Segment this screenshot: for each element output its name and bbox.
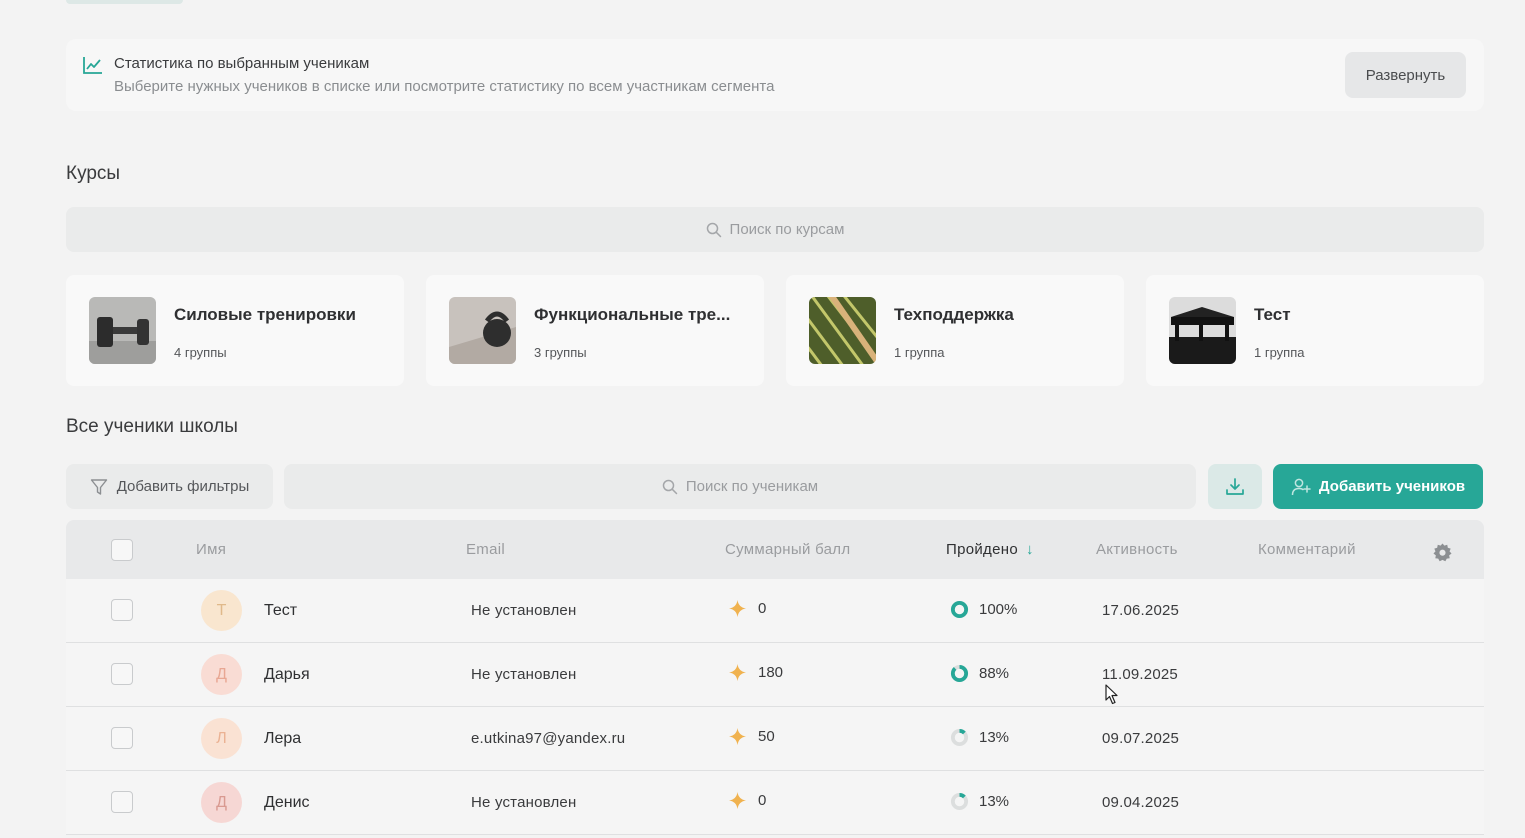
course-card[interactable]: Силовые тренировки 4 группы — [66, 275, 404, 386]
mouse-cursor-icon — [1105, 684, 1118, 705]
avatar: Д — [201, 782, 242, 823]
gear-icon[interactable] — [1433, 543, 1452, 562]
student-progress-value: 100% — [979, 601, 1018, 618]
select-all-checkbox[interactable] — [111, 539, 133, 561]
column-activity[interactable]: Активность — [1096, 541, 1178, 558]
star-icon — [729, 728, 746, 745]
line-chart-icon — [83, 57, 102, 74]
student-progress-value: 13% — [979, 729, 1010, 746]
student-activity-date: 11.09.2025 — [1102, 666, 1178, 683]
course-thumbnail — [449, 297, 516, 364]
table-row[interactable]: Л Лера e.utkina97@yandex.ru 50 13% 09.07… — [66, 707, 1484, 771]
student-name: Лера — [264, 730, 302, 747]
progress-ring-icon — [950, 728, 969, 747]
add-user-icon — [1291, 478, 1311, 495]
course-thumbnail — [1169, 297, 1236, 364]
course-name: Функциональные тре... — [534, 305, 731, 324]
download-button[interactable] — [1208, 464, 1262, 509]
course-thumbnail — [809, 297, 876, 364]
progress-ring-icon — [950, 792, 969, 811]
add-filters-label: Добавить фильтры — [116, 478, 250, 495]
student-progress: 100% — [950, 600, 1017, 619]
star-icon — [729, 664, 746, 681]
student-name: Дарья — [264, 666, 310, 683]
student-activity-date: 09.07.2025 — [1102, 730, 1180, 747]
star-icon — [729, 600, 746, 617]
course-groups-count: 3 группы — [534, 345, 587, 360]
course-groups-count: 4 группы — [174, 345, 227, 360]
student-score-value: 180 — [758, 664, 784, 681]
stats-panel: Статистика по выбранным ученикам Выберит… — [66, 39, 1484, 111]
course-card[interactable]: Функциональные тре... 3 группы — [426, 275, 764, 386]
student-email: Не установлен — [471, 666, 577, 683]
student-score: 0 — [729, 792, 766, 809]
course-search-input[interactable]: Поиск по курсам — [66, 207, 1484, 252]
expand-button[interactable]: Развернуть — [1345, 52, 1466, 98]
table-row[interactable]: Д Денис Не установлен 0 13% 09.04.2025 — [66, 771, 1484, 835]
course-card[interactable]: Техподдержка 1 группа — [786, 275, 1124, 386]
search-icon — [662, 479, 678, 494]
course-name: Тест — [1254, 305, 1291, 324]
column-passed-label: Пройдено — [946, 541, 1018, 558]
top-tab-sliver — [66, 0, 183, 4]
student-score-value: 50 — [758, 728, 775, 745]
student-progress-value: 88% — [979, 665, 1010, 682]
stats-title: Статистика по выбранным ученикам — [114, 55, 370, 72]
courses-heading: Курсы — [66, 163, 121, 184]
student-score: 0 — [729, 600, 766, 617]
search-icon — [706, 222, 721, 237]
student-name: Денис — [264, 794, 310, 811]
filter-icon — [90, 478, 107, 495]
student-score: 180 — [729, 664, 783, 681]
course-groups-count: 1 группа — [1254, 345, 1305, 360]
students-table: Имя Email Суммарный балл Пройдено ↓ Актив… — [66, 520, 1484, 835]
add-filters-button[interactable]: Добавить фильтры — [66, 464, 273, 509]
student-search-placeholder: Поиск по ученикам — [685, 478, 819, 495]
progress-ring-icon — [950, 664, 969, 683]
student-name: Тест — [264, 602, 298, 619]
table-row[interactable]: Д Дарья Не установлен 180 88% 11.09.2025 — [66, 643, 1484, 707]
column-score[interactable]: Суммарный балл — [725, 541, 850, 558]
student-progress-value: 13% — [979, 793, 1010, 810]
row-checkbox[interactable] — [111, 791, 133, 813]
sort-down-icon: ↓ — [1025, 541, 1034, 558]
course-search-placeholder: Поиск по курсам — [729, 221, 845, 238]
row-checkbox[interactable] — [111, 727, 133, 749]
student-progress: 88% — [950, 664, 1009, 683]
progress-ring-icon — [950, 600, 969, 619]
course-name: Техподдержка — [894, 305, 1014, 324]
student-email: Не установлен — [471, 602, 577, 619]
avatar: Д — [201, 654, 242, 695]
course-name: Силовые тренировки — [174, 305, 356, 324]
student-score-value: 0 — [758, 600, 767, 617]
course-card[interactable]: Тест 1 группа — [1146, 275, 1484, 386]
student-progress: 13% — [950, 792, 1009, 811]
student-progress: 13% — [950, 728, 1009, 747]
student-email: e.utkina97@yandex.ru — [471, 730, 626, 747]
add-students-label: Добавить учеников — [1318, 478, 1466, 495]
course-groups-count: 1 группа — [894, 345, 945, 360]
student-email: Не установлен — [471, 794, 577, 811]
column-comment[interactable]: Комментарий — [1258, 541, 1356, 558]
avatar: Т — [201, 590, 242, 631]
student-search-input[interactable]: Поиск по ученикам — [284, 464, 1196, 509]
star-icon — [729, 792, 746, 809]
students-heading: Все ученики школы — [66, 416, 238, 437]
student-score-value: 0 — [758, 792, 767, 809]
student-activity-date: 17.06.2025 — [1102, 602, 1180, 619]
column-email[interactable]: Email — [466, 541, 505, 558]
table-header: Имя Email Суммарный балл Пройдено ↓ Актив… — [66, 520, 1484, 579]
column-name[interactable]: Имя — [196, 541, 226, 558]
row-checkbox[interactable] — [111, 663, 133, 685]
student-score: 50 — [729, 728, 775, 745]
add-students-button[interactable]: Добавить учеников — [1273, 464, 1483, 509]
avatar: Л — [201, 718, 242, 759]
row-checkbox[interactable] — [111, 599, 133, 621]
course-thumbnail — [89, 297, 156, 364]
column-passed[interactable]: Пройдено ↓ — [946, 541, 1034, 558]
table-row[interactable]: Т Тест Не установлен 0 100% 17.06.2025 — [66, 579, 1484, 643]
student-activity-date: 09.04.2025 — [1102, 794, 1180, 811]
stats-subtitle: Выберите нужных учеников в списке или по… — [114, 78, 775, 95]
download-icon — [1226, 477, 1244, 495]
